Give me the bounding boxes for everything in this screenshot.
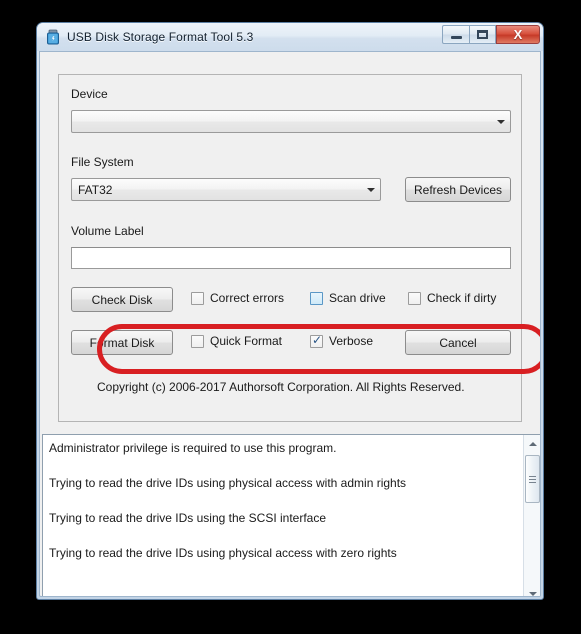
- scrollbar-grip-icon: [529, 475, 536, 483]
- log-output-panel[interactable]: Administrator privilege is required to u…: [42, 434, 540, 596]
- device-label: Device: [71, 87, 108, 101]
- checkbox-box: [191, 291, 204, 305]
- options-group-panel: Device File System FAT32 Refresh Devices: [58, 74, 522, 422]
- checkbox-box: [408, 291, 421, 305]
- usb-drive-icon: [45, 29, 61, 45]
- log-line: Trying to read the drive IDs using the S…: [49, 511, 327, 525]
- format-disk-button[interactable]: Format Disk: [71, 330, 173, 355]
- client-area: Device File System FAT32 Refresh Devices: [39, 51, 541, 597]
- file-system-combobox[interactable]: FAT32: [71, 178, 381, 201]
- window-title: USB Disk Storage Format Tool 5.3: [67, 30, 254, 44]
- checkbox-box: ✓: [310, 332, 323, 348]
- maximize-icon: [477, 30, 488, 39]
- log-vertical-scrollbar[interactable]: [523, 435, 540, 596]
- checkbox-label: Correct errors: [210, 291, 285, 305]
- checkbox-label: Scan drive: [329, 291, 386, 305]
- caption-button-group: X: [442, 25, 540, 44]
- vertical-scrollbar-thumb[interactable]: [525, 455, 540, 503]
- checkbox-label: Verbose: [329, 334, 374, 348]
- scroll-down-arrow-icon[interactable]: [524, 585, 540, 596]
- close-button[interactable]: X: [496, 25, 540, 44]
- volume-label-input[interactable]: [71, 247, 511, 269]
- file-system-label: File System: [71, 155, 134, 169]
- title-bar[interactable]: USB Disk Storage Format Tool 5.3 X: [37, 23, 543, 51]
- checkbox-correct-errors[interactable]: Correct errors: [191, 291, 284, 305]
- checkbox-box: [191, 334, 204, 348]
- minimize-button[interactable]: [442, 25, 469, 44]
- check-disk-button[interactable]: Check Disk: [71, 287, 173, 312]
- cancel-button[interactable]: Cancel: [405, 330, 511, 355]
- checkbox-quick-format[interactable]: Quick Format: [191, 334, 282, 348]
- file-system-combobox-value: FAT32: [78, 182, 113, 197]
- checkbox-check-if-dirty[interactable]: Check if dirty: [408, 291, 496, 305]
- maximize-button[interactable]: [469, 25, 496, 44]
- minimize-icon: [450, 36, 462, 39]
- refresh-devices-button[interactable]: Refresh Devices: [405, 177, 511, 202]
- copyright-text: Copyright (c) 2006-2017 Authorsoft Corpo…: [97, 380, 465, 394]
- log-line: Administrator privilege is required to u…: [49, 441, 337, 455]
- log-text-area: Administrator privilege is required to u…: [43, 435, 523, 596]
- checkbox-verbose[interactable]: ✓ Verbose: [310, 332, 374, 348]
- log-line: Trying to read the drive IDs using physi…: [49, 476, 407, 490]
- chevron-down-icon[interactable]: [492, 111, 510, 132]
- check-mark-icon: ✓: [312, 332, 323, 347]
- checkbox-scan-drive[interactable]: Scan drive: [310, 291, 386, 305]
- scroll-up-arrow-icon[interactable]: [524, 435, 540, 452]
- log-line: Trying to read the drive IDs using physi…: [49, 546, 397, 560]
- close-icon: X: [513, 27, 523, 42]
- checkbox-box: [310, 291, 323, 305]
- screen: USB Disk Storage Format Tool 5.3 X Devic…: [0, 0, 581, 634]
- volume-label-label: Volume Label: [71, 224, 144, 238]
- checkbox-label: Check if dirty: [427, 291, 497, 305]
- device-combobox[interactable]: [71, 110, 511, 133]
- checkbox-label: Quick Format: [210, 334, 283, 348]
- chevron-down-icon[interactable]: [362, 179, 380, 200]
- application-window: USB Disk Storage Format Tool 5.3 X Devic…: [36, 22, 544, 600]
